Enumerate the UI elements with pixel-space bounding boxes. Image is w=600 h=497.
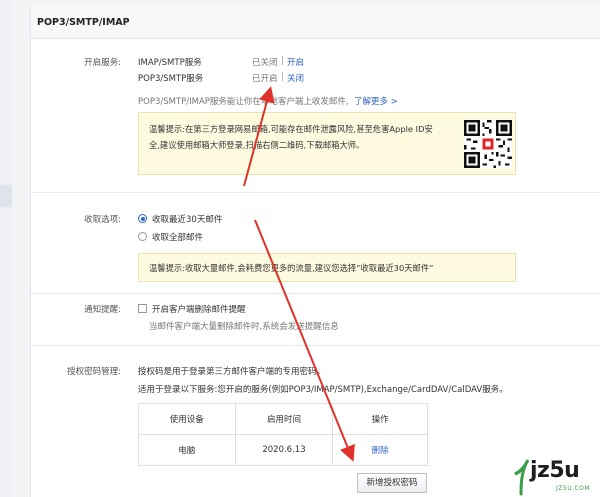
receive-tip-text: 温馨提示:收取大量邮件,会耗费您更多的流量,建议您选择“收取最近30天邮件”: [149, 263, 434, 273]
left-sidebar-strip: [0, 0, 12, 497]
auth-label: 授权密码管理:: [67, 367, 121, 377]
sidebar-selected-item[interactable]: [0, 185, 12, 207]
imap-service-status: 已关闭: [252, 58, 278, 68]
new-auth-password-button[interactable]: 新增授权密码: [357, 473, 427, 493]
watermark-logo-subtext: JZ5U.COM: [556, 485, 591, 492]
pop3-disable-link[interactable]: 关闭: [287, 72, 304, 84]
pop3-service-status: 已开启: [252, 74, 278, 84]
delete-reminder-description: 当邮件客户端大量删除邮件时,系统会发送提醒信息: [149, 322, 339, 332]
learn-more-link[interactable]: 了解更多 >: [354, 95, 398, 107]
watermark-logo-text: jz5u: [530, 458, 580, 483]
receive-recent-label[interactable]: 收取最近30天邮件: [152, 213, 222, 225]
table-row: 电脑 2020.6.13 删除: [138, 434, 428, 466]
header-time: 启用时间: [234, 403, 334, 435]
tip-line-1: 温馨提示:在第三方登录网易邮箱,可能存在邮件泄露风险,甚至危害Apple ID安: [149, 124, 433, 134]
auth-description-2: 适用于登录以下服务:您开启的服务(例如POP3/IMAP/SMTP),Excha…: [138, 385, 508, 395]
device-cell: 电脑: [138, 434, 236, 466]
imap-separator: |: [281, 56, 284, 66]
delete-link-cell: 删除: [332, 434, 428, 466]
divider: [31, 293, 600, 294]
receive-all-label[interactable]: 收取全部邮件: [152, 231, 203, 243]
panel-header: POP3/SMTP/IMAP: [31, 6, 600, 39]
pop3-separator: |: [281, 72, 284, 82]
authorized-devices-table: 使用设备 启用时间 操作 电脑 2020.6.13 删除: [138, 403, 428, 466]
qr-code-icon: [464, 120, 512, 168]
imap-service-name: IMAP/SMTP服务: [138, 58, 202, 68]
watermark-logo: jz5u JZ5U.COM: [508, 454, 600, 497]
header-action: 操作: [332, 403, 428, 435]
delete-reminder-checkbox[interactable]: [138, 304, 147, 313]
divider: [31, 345, 600, 346]
receive-all-radio[interactable]: [138, 232, 147, 241]
receive-recent-radio[interactable]: [138, 214, 147, 223]
receive-traffic-tip: 温馨提示:收取大量邮件,会耗费您更多的流量,建议您选择“收取最近30天邮件”: [138, 253, 516, 282]
divider: [31, 192, 600, 193]
leaf-icon: [514, 459, 530, 496]
header-device: 使用设备: [138, 403, 236, 435]
delete-reminder-label[interactable]: 开启客户端删除邮件提醒: [152, 303, 246, 315]
table-header-row: 使用设备 启用时间 操作: [138, 403, 428, 435]
time-cell: 2020.6.13: [234, 434, 334, 466]
tip-line-2: 全,建议使用邮箱大师登录,扫描右侧二维码,下载邮箱大师。: [149, 140, 365, 150]
service-description: POP3/SMTP/IMAP服务能让你在本地客户端上收发邮件,: [138, 97, 349, 107]
settings-panel: POP3/SMTP/IMAP 开启服务: IMAP/SMTP服务 已关闭 | 开…: [30, 6, 600, 497]
panel-title: POP3/SMTP/IMAP: [37, 17, 130, 28]
pop3-service-name: POP3/SMTP服务: [138, 74, 204, 84]
auth-description-1: 授权码是用于登录第三方邮件客户端的专用密码。: [138, 367, 326, 377]
receive-label: 收取选项:: [84, 215, 121, 225]
apple-id-warning-tip: 温馨提示:在第三方登录网易邮箱,可能存在邮件泄露风险,甚至危害Apple ID安…: [138, 112, 516, 175]
imap-enable-link[interactable]: 开启: [287, 56, 304, 68]
delete-link[interactable]: 删除: [372, 446, 389, 456]
service-label: 开启服务:: [84, 58, 121, 68]
notify-label: 通知提醒:: [84, 305, 121, 315]
